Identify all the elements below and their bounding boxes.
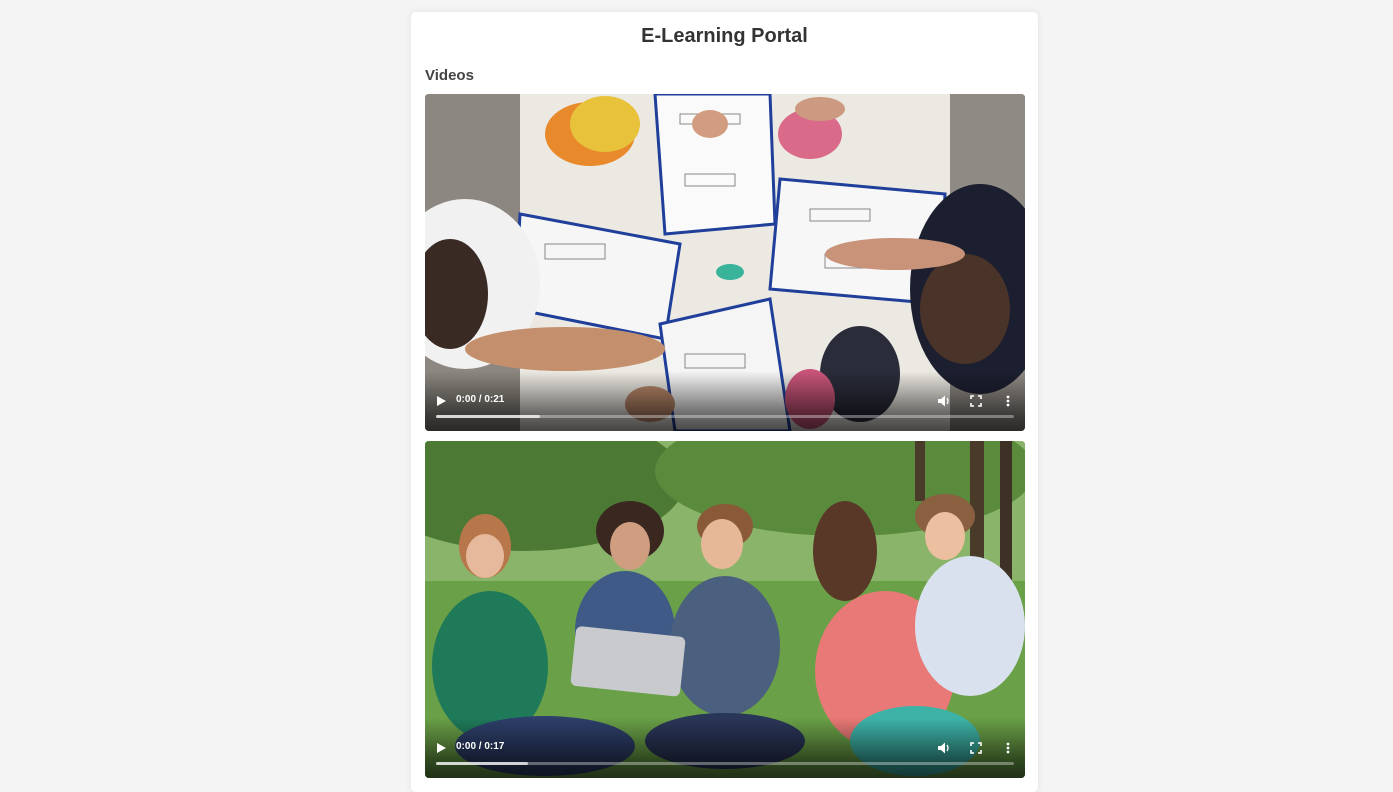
play-icon[interactable] bbox=[435, 395, 447, 407]
video-buffered-indicator bbox=[436, 762, 529, 765]
video-time-display: 0:00 / 0:17 bbox=[456, 741, 505, 752]
play-icon[interactable] bbox=[435, 742, 447, 754]
fullscreen-icon[interactable] bbox=[969, 394, 983, 408]
video-buffered-indicator bbox=[436, 415, 541, 418]
fullscreen-icon[interactable] bbox=[969, 741, 983, 755]
videos-section-heading: Videos bbox=[425, 67, 474, 84]
more-options-icon[interactable] bbox=[1001, 394, 1015, 408]
video-time-display: 0:00 / 0:21 bbox=[456, 394, 505, 405]
video-controls-bar: 0:00 / 0:17 bbox=[425, 718, 1025, 778]
more-options-icon[interactable] bbox=[1001, 741, 1015, 755]
page-title: E-Learning Portal bbox=[641, 25, 808, 47]
content-card: E-Learning Portal Videos 0:00 / 0:21 0:0… bbox=[411, 12, 1038, 792]
video-progress-bar[interactable] bbox=[436, 762, 1014, 765]
video-player-1[interactable]: 0:00 / 0:21 bbox=[425, 94, 1025, 431]
volume-icon[interactable] bbox=[937, 394, 951, 408]
video-player-2[interactable]: 0:00 / 0:17 bbox=[425, 441, 1025, 778]
volume-icon[interactable] bbox=[937, 741, 951, 755]
video-controls-bar: 0:00 / 0:21 bbox=[425, 371, 1025, 431]
video-progress-bar[interactable] bbox=[436, 415, 1014, 418]
